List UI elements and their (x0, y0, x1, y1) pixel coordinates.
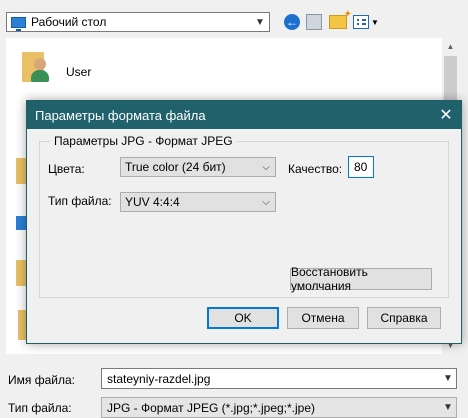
filename-value: stateyniy-razdel.jpg (107, 371, 211, 386)
chevron-down-icon[interactable]: ▼ (440, 373, 456, 384)
dialog-title: Параметры формата файла (35, 107, 206, 123)
chevron-down-icon: ▼ (371, 17, 379, 27)
colors-dropdown[interactable]: True color (24 бит) ⌵ (120, 157, 276, 177)
chevron-down-icon: ⌵ (262, 196, 270, 208)
quality-label: Качество: (288, 162, 343, 176)
jpeg-options-group: Параметры JPG - Формат JPEG Цвета: True … (39, 134, 449, 298)
close-icon[interactable]: ✕ (431, 101, 461, 129)
back-icon: ← (284, 14, 300, 30)
filename-input[interactable]: stateyniy-razdel.jpg ▼ (101, 368, 457, 389)
colors-value: True color (24 бит) (125, 160, 226, 174)
filetype-option-label: Тип файла: (48, 194, 112, 208)
dialog-titlebar[interactable]: Параметры формата файла ✕ (27, 101, 461, 129)
up-folder-button[interactable] (304, 12, 324, 32)
chevron-down-icon: ▼ (443, 402, 453, 413)
location-value: Рабочий стол (31, 15, 107, 29)
group-title: Параметры JPG - Формат JPEG (50, 134, 237, 148)
colors-label: Цвета: (48, 162, 85, 176)
quality-value: 80 (354, 160, 368, 174)
user-folder-icon (22, 46, 50, 82)
quality-input[interactable]: 80 (348, 156, 374, 178)
format-options-dialog: Параметры формата файла ✕ Параметры JPG … (26, 100, 462, 344)
subsampling-value: YUV 4:4:4 (125, 195, 180, 209)
restore-defaults-button[interactable]: Восстановить умолчания (290, 265, 432, 293)
views-menu-button[interactable]: ▼ (352, 12, 380, 32)
back-button[interactable]: ← (282, 12, 302, 32)
filename-label: Имя файла: (8, 373, 75, 387)
filetype-value: JPG - Формат JPEG (*.jpg;*.jpeg;*.jpe) (107, 400, 316, 415)
ok-button[interactable]: OK (207, 307, 279, 329)
views-menu-icon (353, 15, 370, 29)
help-button[interactable]: Справка (367, 307, 441, 329)
chevron-down-icon: ⌵ (262, 161, 270, 173)
location-dropdown[interactable]: Рабочий стол ▼ (6, 12, 270, 32)
subsampling-dropdown[interactable]: YUV 4:4:4 ⌵ (120, 192, 276, 212)
cancel-button[interactable]: Отмена (287, 307, 359, 329)
up-folder-icon (306, 14, 322, 30)
scroll-up-icon[interactable]: ▲ (442, 38, 459, 55)
chevron-down-icon: ▼ (255, 16, 265, 28)
filetype-dropdown[interactable]: JPG - Формат JPEG (*.jpg;*.jpeg;*.jpe) ▼ (101, 397, 457, 418)
new-folder-button[interactable] (328, 9, 352, 32)
list-item-label[interactable]: User (66, 65, 91, 79)
new-folder-icon (329, 9, 352, 29)
desktop-icon (11, 16, 26, 31)
